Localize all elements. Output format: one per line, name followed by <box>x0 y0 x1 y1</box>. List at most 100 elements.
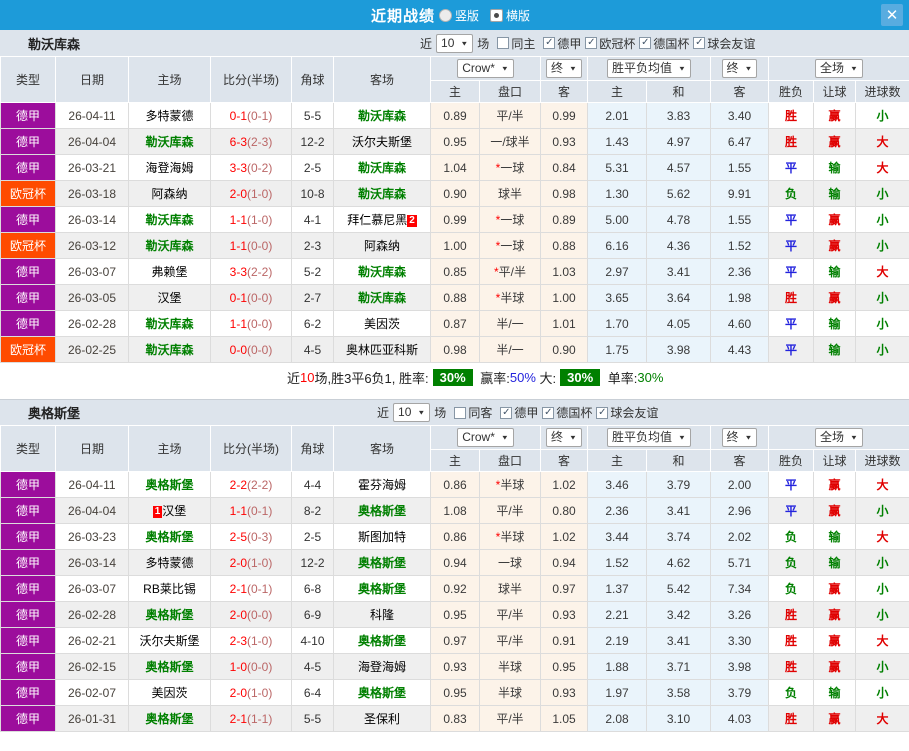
league-filter-德国杯[interactable]: ✓德国杯 <box>542 404 592 421</box>
checkbox-icon[interactable] <box>454 407 466 419</box>
rank-badge: 2 <box>407 215 417 227</box>
handicap-cell: 平/半 <box>480 628 541 654</box>
avg-draw-cell: 5.42 <box>647 576 711 602</box>
titlebar: 近期战绩 竖版 横版 ✕ <box>0 0 909 30</box>
avg-draw-cell: 3.10 <box>647 706 711 732</box>
league-filter-球会友谊[interactable]: ✓球会友谊 <box>596 404 658 421</box>
home-team-cell: 海登海姆 <box>129 155 211 181</box>
checkbox-icon[interactable]: ✓ <box>639 37 651 49</box>
team-label: 奥格斯堡 <box>145 530 193 544</box>
summary-row: 近10场,胜3平6负1, 胜率:30% 赢率:50% 大:30% 单率:30% <box>0 363 909 391</box>
avg-value: 胜平负均值 <box>612 61 672 76</box>
corners-cell: 4-10 <box>292 628 334 654</box>
bookmaker-select[interactable]: Crow*▼ <box>457 59 514 78</box>
match-count-select[interactable]: 10 ▼ <box>436 34 473 53</box>
avg-select[interactable]: 胜平负均值▼ <box>607 59 691 78</box>
league-cell: 欧冠杯 <box>1 181 56 207</box>
away-team-cell: 奥格斯堡 <box>334 576 431 602</box>
near-label: 近 <box>420 35 432 52</box>
close-icon[interactable]: ✕ <box>881 4 903 26</box>
checkbox-icon[interactable]: ✓ <box>693 37 705 49</box>
league-cell: 德甲 <box>1 706 56 732</box>
radio-vertical-label[interactable]: 竖版 <box>455 7 479 24</box>
odds-time-select[interactable]: 终▼ <box>546 428 582 447</box>
avg-away-cell: 7.34 <box>711 576 769 602</box>
league-filter-欧冠杯[interactable]: ✓欧冠杯 <box>585 35 635 52</box>
result-cell: 负 <box>769 181 814 207</box>
home-team-cell: 沃尔夫斯堡 <box>129 628 211 654</box>
avg-home-cell: 1.52 <box>588 550 647 576</box>
checkbox-icon[interactable]: ✓ <box>585 37 597 49</box>
avg-draw-cell: 3.58 <box>647 680 711 706</box>
odds-time-select[interactable]: 终▼ <box>546 59 582 78</box>
avg-time-select[interactable]: 终▼ <box>722 428 758 447</box>
fulltime-score: 3-3 <box>230 161 247 175</box>
summary-text: 10 <box>300 370 314 385</box>
avg-home-cell: 1.70 <box>588 311 647 337</box>
away-team-cell: 奥格斯堡 <box>334 550 431 576</box>
radio-vertical-icon[interactable] <box>439 9 452 22</box>
fulltime-score: 2-1 <box>230 712 247 726</box>
score-cell: 2-1(0-1) <box>211 576 292 602</box>
handicap-cell: 平/半 <box>480 706 541 732</box>
odds-home-cell: 0.89 <box>431 103 480 129</box>
avg-home-cell: 2.01 <box>588 103 647 129</box>
same-venue-filter[interactable]: 同客 <box>454 404 492 421</box>
home-team-cell: 勒沃库森 <box>129 233 211 259</box>
team-label: 勒沃库森 <box>145 213 193 227</box>
goals-result-cell: 小 <box>856 207 909 233</box>
checkbox-icon[interactable]: ✓ <box>500 407 512 419</box>
team-label: 勒沃库森 <box>358 187 406 201</box>
corners-cell: 4-1 <box>292 207 334 233</box>
checkbox-icon[interactable]: ✓ <box>542 407 554 419</box>
odds-away-cell: 1.05 <box>541 706 588 732</box>
corners-cell: 4-4 <box>292 472 334 498</box>
filter-bar: 近 10 ▼ 场 同主 ✓德甲✓欧冠杯✓德国杯✓球会友谊 <box>420 34 755 53</box>
avg-time-value: 终 <box>727 430 739 445</box>
avg-home-cell: 2.21 <box>588 602 647 628</box>
goals-result-cell: 小 <box>856 602 909 628</box>
corners-cell: 2-3 <box>292 233 334 259</box>
league-filter-德甲[interactable]: ✓德甲 <box>543 35 581 52</box>
avg-draw-cell: 3.41 <box>647 628 711 654</box>
col-odds-home: 主 <box>431 450 480 472</box>
home-team-cell: 勒沃库森 <box>129 129 211 155</box>
avg-select[interactable]: 胜平负均值▼ <box>607 428 691 447</box>
halftime-score: (2-2) <box>247 478 272 492</box>
same-venue-filter[interactable]: 同主 <box>497 35 535 52</box>
handicap-result-cell: 输 <box>814 155 856 181</box>
col-home: 主场 <box>129 426 211 472</box>
radio-horizontal-label[interactable]: 横版 <box>506 7 530 24</box>
match-row: 德甲26-04-11奥格斯堡2-2(2-2)4-4霍芬海姆0.86*半球1.02… <box>1 472 909 498</box>
match-row: 德甲26-03-07弗赖堡3-3(2-2)5-2勒沃库森0.85*平/半1.03… <box>1 259 909 285</box>
checkbox-icon[interactable]: ✓ <box>596 407 608 419</box>
league-filter-球会友谊[interactable]: ✓球会友谊 <box>693 35 755 52</box>
chevron-down-icon: ▼ <box>569 432 577 444</box>
result-cell: 负 <box>769 524 814 550</box>
handicap-cell: *一球 <box>480 207 541 233</box>
match-count-select[interactable]: 10 ▼ <box>393 403 430 422</box>
home-team-cell: 1汉堡 <box>129 498 211 524</box>
league-filter-德甲[interactable]: ✓德甲 <box>500 404 538 421</box>
team-label: 奥格斯堡 <box>145 608 193 622</box>
checkbox-icon[interactable] <box>497 37 509 49</box>
home-team-cell: 勒沃库森 <box>129 311 211 337</box>
scope-select[interactable]: 全场▼ <box>815 59 863 78</box>
star-marker: * <box>496 239 501 253</box>
avg-draw-cell: 3.83 <box>647 103 711 129</box>
scope-select[interactable]: 全场▼ <box>815 428 863 447</box>
avg-time-select[interactable]: 终▼ <box>722 59 758 78</box>
avg-away-cell: 4.43 <box>711 337 769 363</box>
league-filter-德国杯[interactable]: ✓德国杯 <box>639 35 689 52</box>
avg-draw-cell: 4.78 <box>647 207 711 233</box>
home-team-cell: 多特蒙德 <box>129 103 211 129</box>
chevron-down-icon: ▼ <box>745 432 753 444</box>
halftime-score: (2-2) <box>247 265 272 279</box>
checkbox-icon[interactable]: ✓ <box>543 37 555 49</box>
avg-home-cell: 2.36 <box>588 498 647 524</box>
away-team-cell: 海登海姆 <box>334 654 431 680</box>
radio-horizontal-icon[interactable] <box>490 9 503 22</box>
halftime-score: (1-0) <box>247 187 272 201</box>
date-cell: 26-03-14 <box>56 207 129 233</box>
bookmaker-select[interactable]: Crow*▼ <box>457 428 514 447</box>
